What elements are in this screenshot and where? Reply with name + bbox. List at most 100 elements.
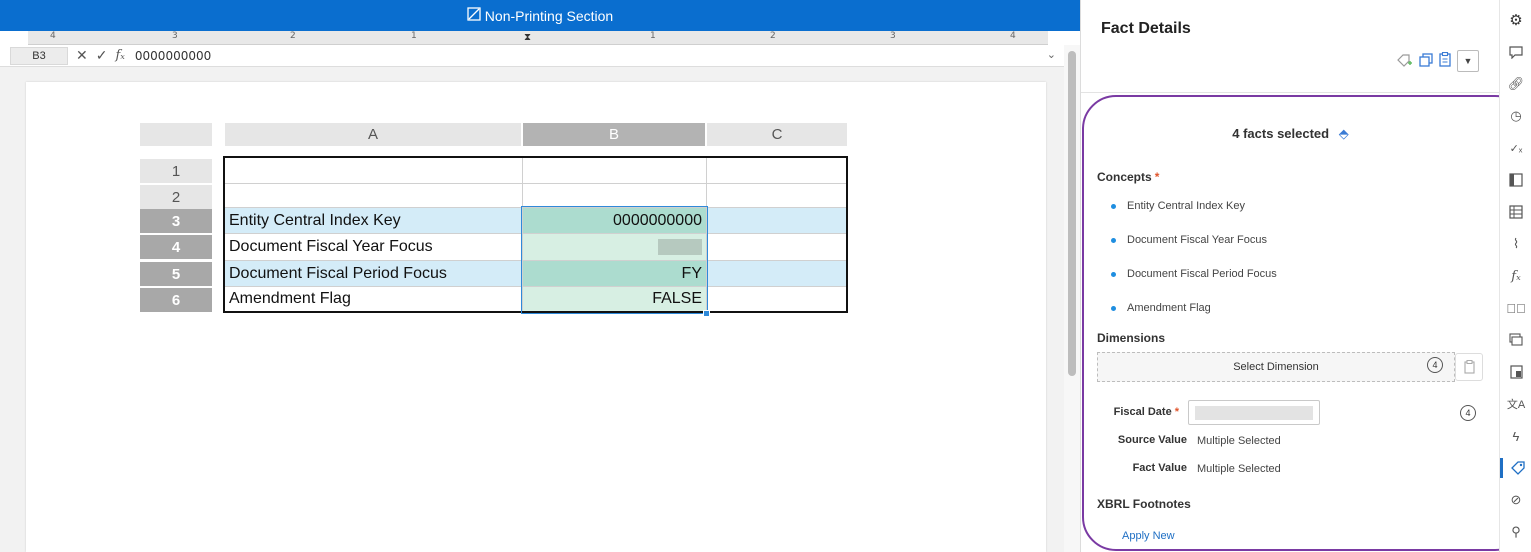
cell-c2[interactable] — [707, 184, 846, 207]
fiscal-date-label: Fiscal Date — [1113, 406, 1172, 418]
cell-a5[interactable]: Document Fiscal Period Focus — [225, 261, 523, 286]
cell-b1[interactable] — [523, 158, 707, 183]
cell-c4[interactable] — [707, 234, 846, 260]
ruler-number: 1 — [411, 31, 417, 41]
tags-icon[interactable]: ⬘ — [1339, 126, 1349, 141]
fact-value-label: Fact Value — [1132, 462, 1187, 474]
indent-marker-icon[interactable]: ⧗ — [524, 31, 531, 45]
ruler-number: 4 — [50, 31, 56, 41]
row-header[interactable]: 2 — [140, 185, 212, 209]
concept-label: Document Fiscal Period Focus — [1127, 268, 1277, 280]
section-title-bar: Non-Printing Section — [0, 0, 1080, 31]
concepts-label: Concepts — [1097, 170, 1152, 184]
select-all-corner[interactable] — [140, 123, 212, 146]
pin-icon[interactable]: ⚲ — [1500, 522, 1531, 542]
cell-a1[interactable] — [225, 158, 523, 183]
vertical-scrollbar[interactable] — [1064, 45, 1080, 552]
clipboard-icon[interactable] — [1455, 353, 1483, 381]
divider — [1081, 92, 1500, 93]
concept-label: Entity Central Index Key — [1127, 200, 1246, 212]
row-header[interactable]: 1 — [140, 159, 212, 183]
lightning-icon[interactable]: ϟ — [1500, 426, 1531, 446]
cell-reference-box[interactable]: B3 — [10, 46, 68, 65]
cell-b6[interactable]: FALSE — [523, 287, 707, 311]
required-marker: * — [1174, 406, 1179, 418]
tag-x-icon[interactable]: ⊘ — [1500, 490, 1531, 510]
function-icon[interactable]: fₓ — [115, 48, 124, 63]
fiscal-date-field[interactable] — [1188, 400, 1320, 425]
bullet — [1111, 203, 1116, 209]
ruler[interactable]: 4 3 2 1 1 2 3 4 ⧗ — [28, 31, 1048, 45]
non-printing-icon — [467, 7, 481, 24]
row-header[interactable]: 3 — [140, 209, 212, 233]
icon-rail: ⚙ 🔗︎ ◷ ✓ₓ ⌇ fₓ ✓⃝ 文A ϟ ⊘ ⚲ — [1499, 0, 1531, 552]
ruler-margin-left — [0, 31, 28, 45]
concept-item[interactable]: Amendment Flag — [1111, 302, 1211, 314]
dropdown-icon[interactable]: ▼ — [1457, 50, 1479, 72]
table-grid: Entity Central Index Key 0000000000 Docu… — [223, 156, 848, 313]
document-icon[interactable] — [1500, 362, 1531, 382]
ruler-number: 4 — [1010, 31, 1016, 41]
cell-a4[interactable]: Document Fiscal Year Focus — [225, 234, 523, 260]
tag-icon[interactable] — [1500, 458, 1531, 478]
apply-new-link[interactable]: Apply New — [1122, 530, 1175, 542]
gear-icon[interactable]: ⚙ — [1500, 10, 1531, 30]
cell-b2[interactable] — [523, 184, 707, 207]
confirm-icon[interactable]: ✓ — [96, 47, 108, 64]
row-header[interactable]: 6 — [140, 288, 212, 312]
fact-value: Multiple Selected — [1197, 463, 1281, 475]
concept-item[interactable]: Document Fiscal Period Focus — [1111, 268, 1277, 280]
table-icon[interactable] — [1500, 202, 1531, 222]
cancel-icon[interactable]: ✕ — [76, 47, 88, 64]
row-header[interactable]: 4 — [140, 235, 212, 259]
bullet — [1111, 237, 1116, 243]
table-row: Document Fiscal Year Focus — [225, 234, 846, 261]
check-x-icon[interactable]: ✓ₓ — [1500, 138, 1531, 158]
cell-b3[interactable]: 0000000000 — [523, 208, 707, 233]
tag-add-icon[interactable] — [1397, 53, 1413, 70]
redacted-value — [1195, 406, 1313, 420]
cell-a2[interactable] — [225, 184, 523, 207]
clipboard-icon[interactable] — [1439, 51, 1451, 70]
function-icon[interactable]: fₓ — [1500, 266, 1531, 286]
cell-b5[interactable]: FY — [523, 261, 707, 286]
column-header-a[interactable]: A — [225, 123, 521, 146]
paperclip-icon[interactable]: ⌇ — [1500, 234, 1531, 254]
fill-handle[interactable] — [703, 310, 710, 317]
cell-c6[interactable] — [707, 287, 846, 311]
concept-item[interactable]: Document Fiscal Year Focus — [1111, 234, 1267, 246]
ruler-number: 3 — [172, 31, 178, 41]
column-header-c[interactable]: C — [707, 123, 847, 146]
cell-c5[interactable] — [707, 261, 846, 286]
cell-b4[interactable] — [523, 234, 707, 260]
column-header-b[interactable]: B — [523, 123, 705, 146]
cell-c3[interactable] — [707, 208, 846, 233]
cell-a6[interactable]: Amendment Flag — [225, 287, 523, 311]
check-circle-icon[interactable]: ✓⃝ — [1500, 298, 1531, 318]
select-dimension-button[interactable]: Select Dimension — [1097, 352, 1455, 382]
scroll-thumb[interactable] — [1068, 51, 1076, 376]
ruler-number: 2 — [290, 31, 296, 41]
panel-toolbar: ▼ — [1397, 50, 1479, 72]
link-icon[interactable]: 🔗︎ — [1500, 74, 1531, 94]
table-row: Document Fiscal Period Focus FY — [225, 261, 846, 287]
fiscal-date-label-row: Fiscal Date * — [1101, 406, 1179, 418]
formula-bar: B3 ✕ ✓ fₓ 0000000000 ⌄ — [0, 45, 1064, 67]
comment-icon[interactable] — [1500, 42, 1531, 62]
translate-icon[interactable]: 文A — [1500, 394, 1531, 414]
table-row: Amendment Flag FALSE — [225, 287, 846, 311]
source-value-label: Source Value — [1117, 434, 1187, 446]
concept-label: Amendment Flag — [1127, 302, 1211, 314]
cell-a3[interactable]: Entity Central Index Key — [225, 208, 523, 233]
history-icon[interactable]: ◷ — [1500, 106, 1531, 126]
ruler-number: 1 — [650, 31, 656, 41]
concepts-label-row: Concepts * — [1097, 170, 1159, 184]
chevron-down-icon[interactable]: ⌄ — [1047, 48, 1056, 61]
cell-c1[interactable] — [707, 158, 846, 183]
copy-icon[interactable] — [1419, 52, 1433, 70]
row-header[interactable]: 5 — [140, 262, 212, 286]
table-fx-icon[interactable] — [1500, 170, 1531, 190]
concept-item[interactable]: Entity Central Index Key — [1111, 200, 1245, 212]
layers-icon[interactable] — [1500, 330, 1531, 350]
formula-input[interactable]: 0000000000 — [135, 49, 211, 63]
